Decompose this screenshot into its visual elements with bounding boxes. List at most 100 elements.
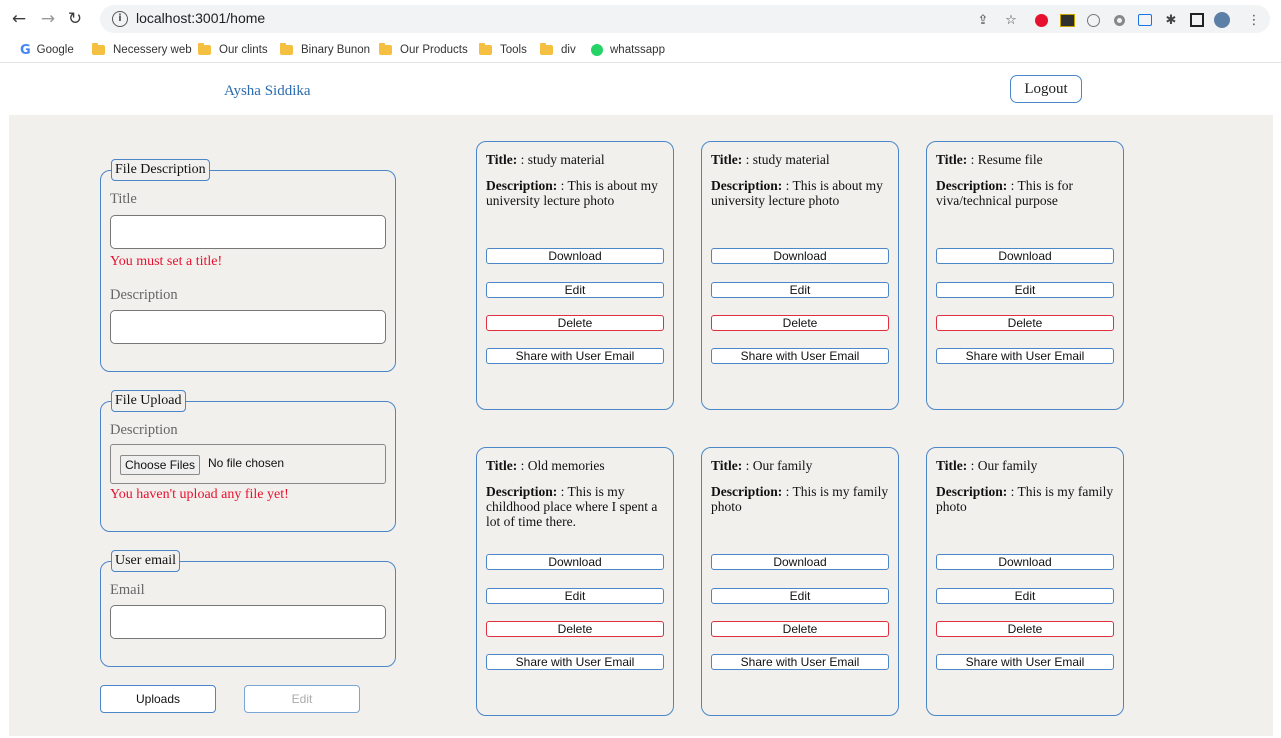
card-title-value: : Resume file bbox=[970, 152, 1043, 167]
upload-error: You haven't upload any file yet! bbox=[110, 487, 289, 502]
download-button[interactable]: Download bbox=[486, 248, 664, 264]
delete-button[interactable]: Delete bbox=[486, 621, 664, 637]
forward-arrow-icon[interactable]: → bbox=[37, 8, 59, 30]
folder-icon bbox=[379, 43, 392, 55]
card-title: Title: : study material bbox=[711, 152, 893, 168]
share-email-button[interactable]: Share with User Email bbox=[486, 348, 664, 364]
bookmark-label: Our clints bbox=[219, 44, 268, 56]
delete-button[interactable]: Delete bbox=[711, 315, 889, 331]
extension-icon[interactable] bbox=[1059, 12, 1075, 28]
browser-toolbar: ← → ↻ i localhost:3001/home ⇪ ☆ ✱ ⋮ bbox=[0, 0, 1281, 38]
card-title-label: Title: bbox=[486, 152, 518, 167]
email-input[interactable] bbox=[110, 605, 386, 639]
bookmark-necessery-web[interactable]: Necessery web bbox=[92, 41, 192, 59]
bookmark-our-products[interactable]: Our Products bbox=[379, 41, 468, 59]
file-card: Title: : study material Description: : Th… bbox=[476, 141, 674, 410]
download-button[interactable]: Download bbox=[936, 554, 1114, 570]
edit-button[interactable]: Edit bbox=[711, 588, 889, 604]
bookmark-div[interactable]: div bbox=[540, 41, 576, 59]
download-button[interactable]: Download bbox=[711, 248, 889, 264]
card-title: Title: : Our family bbox=[936, 458, 1118, 474]
file-card: Title: : Resume file Description: : This … bbox=[926, 141, 1124, 410]
card-title-value: : Old memories bbox=[520, 458, 605, 473]
bookmark-our-clints[interactable]: Our clints bbox=[198, 41, 268, 59]
description-label: Description bbox=[110, 287, 178, 303]
whatsapp-icon bbox=[591, 44, 603, 56]
bookmark-whatssapp[interactable]: whatssapp bbox=[591, 41, 665, 59]
share-email-button[interactable]: Share with User Email bbox=[711, 348, 889, 364]
delete-button[interactable]: Delete bbox=[711, 621, 889, 637]
download-button[interactable]: Download bbox=[486, 554, 664, 570]
share-email-button[interactable]: Share with User Email bbox=[711, 654, 889, 670]
back-arrow-icon[interactable]: ← bbox=[8, 8, 30, 30]
card-title-label: Title: bbox=[486, 458, 518, 473]
share-email-button[interactable]: Share with User Email bbox=[486, 654, 664, 670]
fieldset-legend: User email bbox=[111, 550, 181, 572]
file-card: Title: : study material Description: : Th… bbox=[701, 141, 899, 410]
bookmarks-bar: G Google Necessery web Our clints Binary … bbox=[0, 38, 1281, 63]
delete-button[interactable]: Delete bbox=[936, 621, 1114, 637]
reload-icon[interactable]: ↻ bbox=[64, 8, 86, 30]
share-email-button[interactable]: Share with User Email bbox=[936, 654, 1114, 670]
bookmark-google[interactable]: G Google bbox=[20, 41, 74, 59]
bookmark-label: Google bbox=[36, 44, 74, 56]
card-title-label: Title: bbox=[711, 458, 743, 473]
card-title-value: : study material bbox=[520, 152, 605, 167]
title-input[interactable] bbox=[110, 215, 386, 249]
download-button[interactable]: Download bbox=[936, 248, 1114, 264]
logout-button[interactable]: Logout bbox=[1010, 75, 1082, 103]
choose-files-button[interactable]: Choose Files bbox=[120, 455, 201, 475]
edit-form-button[interactable]: Edit bbox=[244, 685, 360, 713]
card-description: Description: : This is about my universi… bbox=[486, 178, 666, 208]
url-text[interactable]: localhost:3001/home bbox=[136, 10, 265, 26]
puzzle-extensions-icon[interactable]: ✱ bbox=[1163, 12, 1179, 28]
fieldset-legend: File Upload bbox=[111, 390, 186, 412]
card-description-label: Description: bbox=[486, 484, 558, 499]
share-email-button[interactable]: Share with User Email bbox=[936, 348, 1114, 364]
bookmark-binary-bunon[interactable]: Binary Bunon bbox=[280, 41, 370, 59]
no-file-text: No file chosen bbox=[208, 456, 285, 470]
file-description-fieldset: File Description Title You must set a ti… bbox=[100, 159, 396, 372]
file-card: Title: : Old memories Description: : This… bbox=[476, 447, 674, 716]
uploads-button[interactable]: Uploads bbox=[100, 685, 216, 713]
card-title: Title: : study material bbox=[486, 152, 668, 168]
bookmark-label: Binary Bunon bbox=[301, 44, 371, 56]
card-title-value: : Our family bbox=[745, 458, 813, 473]
opera-extension-icon[interactable] bbox=[1033, 12, 1049, 28]
download-button[interactable]: Download bbox=[711, 554, 889, 570]
bookmark-tools[interactable]: Tools bbox=[479, 41, 527, 59]
delete-button[interactable]: Delete bbox=[486, 315, 664, 331]
card-title-label: Title: bbox=[936, 458, 968, 473]
bookmark-star-icon[interactable]: ☆ bbox=[1003, 12, 1019, 28]
extension-gear-icon[interactable] bbox=[1111, 12, 1127, 28]
bookmark-label: Tools bbox=[500, 44, 527, 56]
card-title: Title: : Old memories bbox=[486, 458, 668, 474]
side-panel-icon[interactable] bbox=[1189, 12, 1205, 28]
card-description: Description: : This is my childhood plac… bbox=[486, 484, 666, 529]
screen-record-icon[interactable] bbox=[1137, 12, 1153, 28]
bookmark-label: whatssapp bbox=[610, 44, 665, 56]
file-input[interactable]: Choose Files No file chosen bbox=[110, 444, 386, 484]
profile-avatar[interactable] bbox=[1214, 12, 1230, 28]
info-icon[interactable]: i bbox=[112, 11, 128, 27]
email-label: Email bbox=[110, 582, 145, 598]
card-title-value: : Our family bbox=[970, 458, 1038, 473]
card-description-label: Description: bbox=[486, 178, 558, 193]
card-description: Description: : This is my family photo bbox=[936, 484, 1116, 514]
extension-circle-icon[interactable] bbox=[1085, 12, 1101, 28]
folder-icon bbox=[280, 43, 293, 55]
edit-button[interactable]: Edit bbox=[486, 282, 664, 298]
folder-icon bbox=[198, 43, 211, 55]
delete-button[interactable]: Delete bbox=[936, 315, 1114, 331]
card-description-label: Description: bbox=[936, 178, 1008, 193]
share-icon[interactable]: ⇪ bbox=[975, 12, 991, 28]
edit-button[interactable]: Edit bbox=[936, 282, 1114, 298]
card-title-label: Title: bbox=[936, 152, 968, 167]
edit-button[interactable]: Edit bbox=[711, 282, 889, 298]
edit-button[interactable]: Edit bbox=[486, 588, 664, 604]
menu-kebab-icon[interactable]: ⋮ bbox=[1246, 12, 1262, 28]
card-description-label: Description: bbox=[711, 178, 783, 193]
address-bar[interactable]: i localhost:3001/home ⇪ ☆ ✱ ⋮ bbox=[100, 5, 1270, 33]
edit-button[interactable]: Edit bbox=[936, 588, 1114, 604]
description-input[interactable] bbox=[110, 310, 386, 344]
